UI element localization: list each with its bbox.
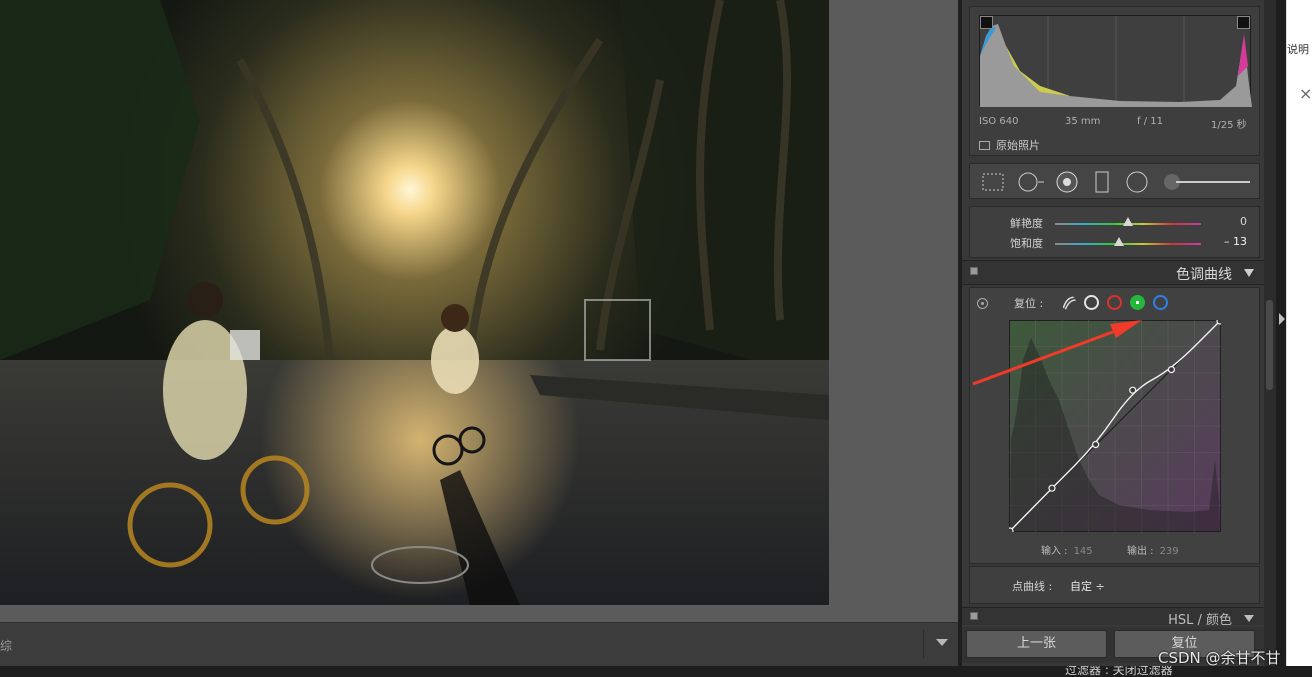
original-photo-toggle[interactable]: 原始照片 — [979, 137, 1040, 153]
filter-bar: 过滤器 : 关闭过滤器 — [0, 666, 1312, 677]
output-label: 输出 : — [1127, 546, 1154, 557]
input-label: 输入 : — [1041, 546, 1068, 557]
develop-panel: ISO 640 35 mm f / 11 1/25 秒 原始照片 鲜艳度 0 饱… — [958, 0, 1264, 666]
red-channel-icon[interactable] — [1107, 295, 1122, 310]
point-curve-select[interactable]: 自定 ÷ — [1070, 578, 1105, 594]
collapse-triangle-icon[interactable] — [1244, 269, 1254, 277]
saturation-thumb[interactable] — [1114, 237, 1124, 246]
scrollbar-thumb[interactable] — [1266, 300, 1273, 390]
panel-scrollbar[interactable] — [1264, 0, 1276, 666]
image-canvas[interactable] — [0, 0, 958, 622]
filmstrip-label: 综 — [0, 639, 13, 653]
red-eye-icon[interactable] — [1054, 171, 1080, 193]
app-window: 综 ISO 640 35 mm f / 11 1/25 秒 原始照片 鲜艳度 0… — [0, 0, 1312, 677]
shutter-speed: 1/25 秒 — [1211, 120, 1247, 131]
watermark: CSDN @余甘不甘 — [1158, 649, 1281, 667]
tool-strip — [969, 163, 1260, 199]
parametric-curve-icon[interactable] — [1061, 295, 1076, 310]
collapse-triangle-icon[interactable] — [1244, 615, 1254, 622]
input-value: 145 — [1073, 546, 1093, 557]
highlight-clipping-icon[interactable] — [1237, 16, 1250, 29]
spot-removal-icon[interactable] — [1016, 171, 1046, 193]
hsl-header[interactable]: HSL / 颜色 — [962, 607, 1264, 625]
vibrance-value: 0 — [1240, 215, 1247, 228]
point-curve-row: 点曲线 : 自定 ÷ — [969, 566, 1260, 604]
aperture: f / 11 — [1137, 116, 1163, 127]
tone-curve-panel: 复位 : 输入 :145 输出 :239 — [969, 287, 1260, 564]
saturation-value: – 13 — [1224, 235, 1247, 248]
photo-preview — [0, 0, 829, 605]
presence-section: 鲜艳度 0 饱和度 – 13 — [969, 206, 1260, 258]
focal-length: 35 mm — [1065, 116, 1101, 127]
curve-point[interactable] — [1129, 386, 1137, 394]
toolbar-dropdown-icon[interactable] — [936, 639, 948, 646]
external-window: 说明 × — [1286, 0, 1312, 666]
close-icon[interactable]: × — [1299, 84, 1312, 103]
point-curve-label: 点曲线 : — [1012, 580, 1053, 593]
adjustment-brush-slider[interactable] — [1162, 171, 1254, 193]
curve-point[interactable] — [1216, 320, 1221, 325]
vibrance-label: 鲜艳度 — [1010, 217, 1043, 230]
filmstrip-toolbar: 综 — [0, 622, 958, 666]
panel-edge — [1276, 0, 1286, 666]
filter-text[interactable]: 过滤器 : 关闭过滤器 — [1065, 666, 1173, 677]
curve-point[interactable] — [1167, 365, 1176, 374]
input-readout: 输入 : 145 — [1041, 542, 1093, 557]
radial-filter-icon[interactable] — [1124, 171, 1150, 193]
iso-value: ISO 640 — [979, 116, 1019, 127]
curve-editor[interactable] — [1009, 320, 1221, 532]
checkbox-icon[interactable] — [979, 141, 990, 150]
curve-point[interactable] — [1048, 484, 1056, 492]
panel-toggle-icon[interactable] — [970, 267, 978, 275]
graduated-filter-icon[interactable] — [1092, 171, 1112, 193]
histogram — [979, 15, 1252, 107]
hsl-title: HSL / 颜色 — [1168, 613, 1232, 625]
green-channel-icon[interactable] — [1130, 295, 1145, 310]
histogram-panel: ISO 640 35 mm f / 11 1/25 秒 原始照片 — [969, 6, 1260, 156]
tone-curve-header[interactable]: 色调曲线 — [962, 260, 1264, 285]
curve-point[interactable] — [1092, 440, 1100, 449]
tone-curve-title: 色调曲线 — [1176, 267, 1232, 283]
curve-point[interactable] — [1009, 527, 1014, 532]
histogram-graph — [980, 16, 1252, 107]
original-photo-label: 原始照片 — [996, 139, 1040, 152]
photo-image — [0, 0, 829, 605]
blue-channel-icon[interactable] — [1153, 295, 1168, 310]
shadow-clipping-icon[interactable] — [980, 16, 993, 29]
output-value: 239 — [1159, 546, 1179, 557]
external-text: 说明 — [1287, 43, 1309, 56]
collapse-panel-arrow-icon[interactable] — [1279, 313, 1285, 325]
vibrance-thumb[interactable] — [1123, 217, 1133, 226]
saturation-slider[interactable]: 饱和度 – 13 — [970, 231, 1261, 251]
toolbar-divider — [923, 629, 924, 659]
previous-button[interactable]: 上一张 — [966, 630, 1107, 658]
vibrance-slider[interactable]: 鲜艳度 0 — [970, 211, 1261, 231]
crop-icon[interactable] — [980, 171, 1006, 193]
saturation-label: 饱和度 — [1010, 237, 1043, 250]
panel-toggle-icon[interactable] — [970, 612, 978, 620]
targeted-adjustment-icon[interactable] — [977, 298, 988, 309]
output-readout: 输出 : 239 — [1127, 542, 1179, 557]
rgb-channel-icon[interactable] — [1084, 295, 1099, 310]
channel-reset-label: 复位 : — [1014, 297, 1044, 310]
saturation-track[interactable] — [1055, 243, 1201, 245]
